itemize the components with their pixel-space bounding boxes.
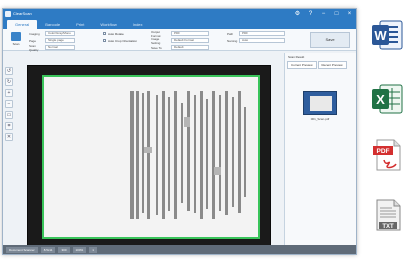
app-logo-icon <box>5 11 11 17</box>
zoom-out-icon[interactable]: − <box>5 100 13 108</box>
tab-general[interactable]: General <box>7 20 38 29</box>
fit-icon[interactable]: ▭ <box>5 111 13 119</box>
page-label: Page <box>29 38 37 43</box>
rotate-left-icon[interactable]: ↺ <box>5 67 13 75</box>
document-text-lines <box>130 91 246 219</box>
scan-preview[interactable] <box>27 65 271 246</box>
tab-bar: General Barcode Print Workflow Index <box>3 20 356 29</box>
maximize-icon[interactable]: □ <box>333 10 340 18</box>
save-to-select[interactable]: Default <box>171 45 209 50</box>
auto-rotate-checkbox[interactable] <box>103 32 106 35</box>
quality-select[interactable]: Normal <box>45 45 75 50</box>
delete-icon[interactable]: ✕ <box>5 133 13 141</box>
status-dpi: 300 <box>58 246 70 253</box>
window-title: ClearScan <box>13 11 32 16</box>
quality-label: Scan Quality <box>29 43 39 52</box>
svg-text:W: W <box>374 28 387 43</box>
app-window: ClearScan ⚙ ? − □ × General Barcode Prin… <box>2 8 357 255</box>
result-panel-header: Scan Result <box>288 55 305 59</box>
status-pages: 1 <box>89 246 97 253</box>
tab-recent-preview[interactable]: Recent Preview <box>317 61 347 69</box>
thumbnail-label: 001_Scan.pdf <box>310 117 330 121</box>
naming-label: Naming <box>227 38 238 43</box>
imaging-select[interactable]: Color/Gray/Mono <box>45 31 75 36</box>
output-format-icons: W X PDF TXT <box>362 0 419 266</box>
help-icon[interactable]: ? <box>307 10 314 18</box>
save-button[interactable]: Save <box>310 32 350 48</box>
options-group: Auto Rotate Auto Crop Orientation <box>103 31 137 43</box>
image-setting-select[interactable]: Default Format <box>171 38 209 43</box>
output-group: Output Format PDF Image Setting Default Fo… <box>151 30 209 50</box>
pdf-icon: PDF <box>373 139 401 171</box>
tab-current-preview[interactable]: Current Preview <box>287 61 317 69</box>
crop-icon[interactable]: ⌗ <box>5 122 13 130</box>
auto-rotate-label: Auto Rotate <box>108 31 124 36</box>
result-thumbnail[interactable] <box>303 91 337 115</box>
page-select[interactable]: Single page <box>45 38 75 43</box>
scan-button-label: Scan <box>12 42 20 46</box>
svg-text:PDF: PDF <box>377 148 390 155</box>
left-toolbar: ↺ ↻ + − ▭ ⌗ ✕ <box>5 67 15 141</box>
close-icon[interactable]: × <box>346 10 353 18</box>
scanned-document <box>42 75 260 239</box>
auto-crop-checkbox[interactable] <box>103 39 106 42</box>
window-controls: ⚙ ? − □ × <box>294 10 353 18</box>
txt-icon: TXT <box>376 199 401 231</box>
scan-button[interactable]: Scan <box>7 31 25 49</box>
tab-workflow[interactable]: Workflow <box>92 20 124 29</box>
minimize-icon[interactable]: − <box>320 10 327 18</box>
excel-icon: X <box>372 84 403 114</box>
auto-crop-label: Auto Crop Orientation <box>108 38 138 43</box>
word-icon: W <box>372 20 403 50</box>
naming-select[interactable]: Auto <box>239 38 285 43</box>
ribbon: Scan Imaging Color/Gray/Mono Page Single p… <box>3 29 356 52</box>
thumbnail-page <box>310 96 332 111</box>
title-bar: ClearScan ⚙ ? − □ × <box>3 9 356 20</box>
output-format-select[interactable]: PDF <box>171 31 209 36</box>
status-zoom: 100% <box>72 246 87 253</box>
rotate-right-icon[interactable]: ↻ <box>5 78 13 86</box>
path-group: Path PDF Naming Auto <box>227 31 285 43</box>
tab-barcode[interactable]: Barcode <box>37 20 68 29</box>
image-setting-label: Image Setting <box>151 36 161 45</box>
status-bar: Document Scanner 8.5x11 300 100% 1 <box>3 245 356 254</box>
svg-text:TXT: TXT <box>382 224 394 230</box>
path-label: Path <box>227 31 234 36</box>
scanner-icon <box>11 32 21 41</box>
status-size: 8.5x11 <box>40 246 56 253</box>
status-device: Document Scanner <box>6 246 38 253</box>
path-input[interactable]: PDF <box>239 31 285 36</box>
settings-icon[interactable]: ⚙ <box>294 10 301 18</box>
result-tabs: Current Preview Recent Preview <box>285 61 356 69</box>
result-panel: Scan Result Current Preview Recent Previ… <box>284 53 356 245</box>
zoom-in-icon[interactable]: + <box>5 89 13 97</box>
save-to-label: Save To <box>151 45 162 50</box>
svg-text:X: X <box>376 92 385 107</box>
imaging-group: Imaging Color/Gray/Mono Page Single page S… <box>29 31 75 52</box>
tab-index[interactable]: Index <box>125 20 151 29</box>
imaging-label: Imaging <box>29 31 40 36</box>
tab-print[interactable]: Print <box>68 20 92 29</box>
